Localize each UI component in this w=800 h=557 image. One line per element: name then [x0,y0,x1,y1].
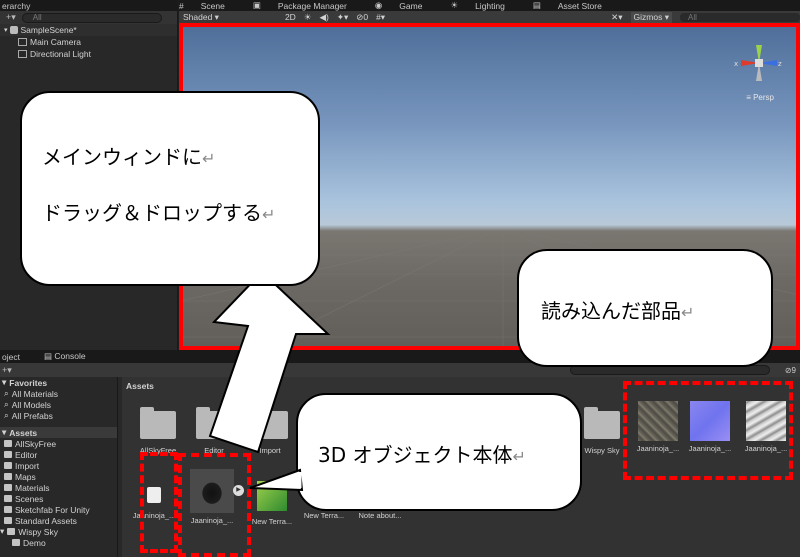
callout-tail [249,468,304,492]
